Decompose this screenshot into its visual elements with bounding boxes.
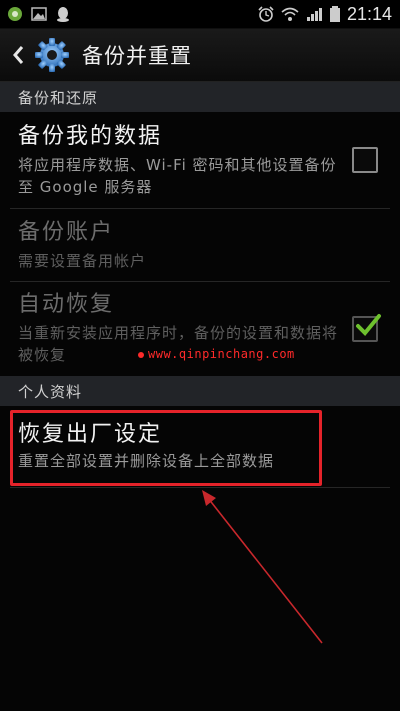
annotation-arrow bbox=[202, 490, 323, 644]
screen: 21:14 备份并重置 备份和还原 备份我的数据 将应用程序数据、Wi-Fi 密… bbox=[0, 0, 400, 711]
